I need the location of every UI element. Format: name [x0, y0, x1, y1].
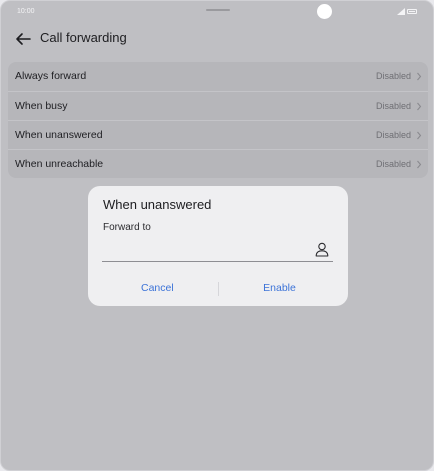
page-title: Call forwarding: [40, 30, 127, 45]
option-label: When busy: [15, 100, 68, 112]
signal-icon: [397, 8, 405, 15]
forward-dialog: When unanswered Forward to Cancel Enable: [88, 186, 348, 306]
dialog-title: When unanswered: [103, 197, 212, 212]
input-underline: [102, 261, 333, 262]
battery-icon: [407, 9, 417, 14]
option-status: Disabled: [375, 130, 411, 140]
cancel-button[interactable]: Cancel: [141, 282, 174, 294]
chevron-right-icon: [417, 160, 422, 169]
chevron-right-icon: [417, 102, 422, 111]
person-icon[interactable]: [315, 242, 329, 257]
option-status: Disabled: [375, 159, 411, 169]
option-label: When unreachable: [15, 158, 104, 170]
option-always-forward[interactable]: Always forward Disabled: [8, 62, 428, 91]
option-when-unanswered[interactable]: When unanswered Disabled: [8, 120, 428, 149]
phone-screen: 10:00 Call forwarding Always forward Dis…: [0, 0, 434, 471]
option-label: When unanswered: [15, 129, 103, 141]
option-status: Disabled: [375, 101, 411, 111]
status-time: 10:00: [17, 8, 35, 15]
chevron-right-icon: [417, 131, 422, 140]
app-bar: Call forwarding: [1, 23, 433, 55]
button-divider: [218, 282, 219, 296]
forward-number-input[interactable]: [102, 240, 314, 260]
option-when-busy[interactable]: When busy Disabled: [8, 91, 428, 120]
option-when-unreachable[interactable]: When unreachable Disabled: [8, 149, 428, 178]
forward-to-label: Forward to: [103, 222, 151, 233]
option-status: Disabled: [375, 71, 411, 81]
notch-indicator: [206, 9, 230, 11]
forwarding-options-list: Always forward Disabled When busy Disabl…: [8, 62, 428, 178]
status-bar: 10:00: [1, 1, 433, 23]
enable-button[interactable]: Enable: [263, 282, 296, 294]
camera-cutout: [317, 4, 332, 19]
arrow-left-icon[interactable]: [13, 29, 33, 49]
chevron-right-icon: [417, 72, 422, 81]
option-label: Always forward: [15, 70, 87, 82]
